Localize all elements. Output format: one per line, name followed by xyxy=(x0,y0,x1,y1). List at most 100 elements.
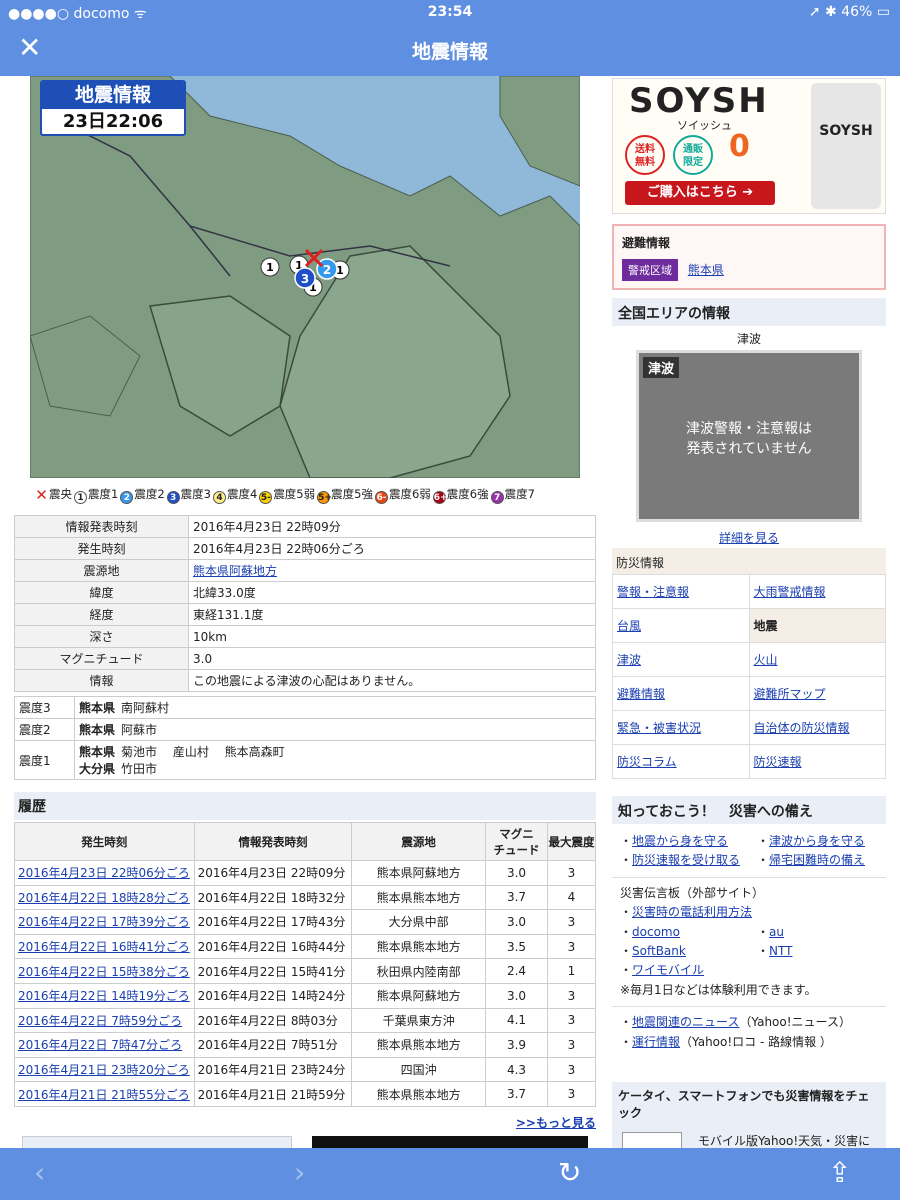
ad-subtitle: ソイッシュ xyxy=(677,119,732,132)
info-key: 情報 xyxy=(14,669,189,692)
history-cell: 四国沖 xyxy=(351,1056,487,1083)
intensity-icon: 1 xyxy=(74,491,87,504)
disaster-info-cell[interactable]: 自治体の防災情報 xyxy=(748,710,887,745)
disaster-info-row: 緊急・被害状況 自治体の防災情報 xyxy=(612,710,887,745)
history-time-link[interactable]: 2016年4月22日 15時38分ごろ xyxy=(18,965,190,979)
history-cell: 3 xyxy=(546,1056,597,1083)
prep-link[interactable]: 帰宅困難時の備え xyxy=(769,853,865,867)
disaster-info-link[interactable]: 津波 xyxy=(617,653,641,667)
disaster-info-cell[interactable]: 津波 xyxy=(612,642,750,677)
history-row[interactable]: 2016年4月22日 17時39分ごろ 2016年4月22日 17時43分 大分県中… xyxy=(14,909,597,935)
disaster-info-heading: 防災情報 xyxy=(612,548,886,574)
info-value-text: この地震による津波の心配はありません。 xyxy=(193,674,421,688)
news-link[interactable]: 運行情報 xyxy=(632,1035,680,1049)
detail-link[interactable]: 詳細を見る xyxy=(612,529,886,546)
disaster-info-link[interactable]: 警報・注意報 xyxy=(617,585,689,599)
disaster-info-link[interactable]: 台風 xyxy=(617,619,641,633)
legend-label: 震度4 xyxy=(226,487,258,501)
disaster-info-cell[interactable]: 台風 xyxy=(612,608,750,643)
history-row[interactable]: 2016年4月22日 14時19分ごろ 2016年4月22日 14時24分 熊本県阿… xyxy=(14,982,597,1009)
history-table: 発生時刻 情報発表時刻 震源地 マグニ チュード 最大震度 2016年4月23日 22時0… xyxy=(14,822,597,1107)
disaster-info-link[interactable]: 火山 xyxy=(754,653,778,667)
legend-item: 3 震度3 xyxy=(166,487,212,504)
prep-link[interactable]: SoftBank xyxy=(632,944,686,958)
history-row[interactable]: 2016年4月22日 7時59分ごろ 2016年4月22日 8時03分 千葉県東方沖… xyxy=(14,1007,597,1034)
history-cell: 2016年4月22日 15時38分ごろ xyxy=(14,958,195,984)
disaster-info-cell[interactable]: 緊急・被害状況 xyxy=(612,710,750,745)
prep-link[interactable]: 津波から身を守る xyxy=(769,834,865,848)
history-cell: 4 xyxy=(546,884,597,911)
history-row[interactable]: 2016年4月23日 22時06分ごろ 2016年4月23日 22時09分 熊本県阿… xyxy=(14,860,597,886)
disaster-info-cell[interactable]: 大雨警戒情報 xyxy=(748,574,887,609)
back-icon[interactable]: ‹ xyxy=(34,1158,45,1188)
info-value-link[interactable]: 熊本県阿蘇地方 xyxy=(193,564,277,578)
disaster-info-link[interactable]: 大雨警戒情報 xyxy=(754,585,826,599)
history-time-link[interactable]: 2016年4月22日 14時19分ごろ xyxy=(18,989,190,1003)
prep-link[interactable]: ワイモバイル xyxy=(632,963,704,977)
intensity-row: 震度3 熊本県 南阿蘇村 xyxy=(14,696,596,719)
history-time-link[interactable]: 2016年4月22日 16時41分ごろ xyxy=(18,940,190,954)
history-row[interactable]: 2016年4月21日 21時55分ごろ 2016年4月21日 21時59分 熊本県熊… xyxy=(14,1081,597,1107)
history-time-link[interactable]: 2016年4月23日 22時06分ごろ xyxy=(18,866,190,880)
history-row[interactable]: 2016年4月22日 7時47分ごろ 2016年4月22日 7時51分 熊本県熊本地… xyxy=(14,1032,597,1058)
news-link[interactable]: 地震関連のニュース xyxy=(632,1015,739,1029)
intensity-area: 熊本県 南阿蘇村 xyxy=(79,699,591,716)
history-cell: 3 xyxy=(546,1081,597,1107)
soysh-ad[interactable]: SOYSH ソイッシュ 送料 無料 通販 限定 0 ご購入はこちら ➔ SOYS… xyxy=(612,78,886,214)
disaster-info-link[interactable]: 避難所マップ xyxy=(754,687,826,701)
info-value: 熊本県阿蘇地方 xyxy=(188,559,596,582)
history-time-link[interactable]: 2016年4月22日 18時28分ごろ xyxy=(18,891,190,905)
disaster-info-cell[interactable]: 避難情報 xyxy=(612,676,750,711)
evacuation-pref-link[interactable]: 熊本県 xyxy=(688,263,724,277)
legend-label: 震度2 xyxy=(134,487,165,501)
disaster-info-cell[interactable]: 避難所マップ xyxy=(748,676,887,711)
disaster-info-cell[interactable]: 防災コラム xyxy=(612,744,750,779)
history-heading: 履歴 xyxy=(14,792,596,820)
area-heading: 全国エリアの情報 xyxy=(612,298,886,326)
ad-buy-button[interactable]: ご購入はこちら ➔ xyxy=(625,181,775,205)
prep-link[interactable]: au xyxy=(769,925,784,939)
reload-icon[interactable]: ↻ xyxy=(558,1158,581,1188)
board-link[interactable]: 災害時の電話利用方法 xyxy=(632,905,752,919)
mobile-promo[interactable]: ケータイ、スマートフォンでも災害情報をチェック モバイル版Yahoo!天気・災害… xyxy=(612,1082,886,1152)
history-row[interactable]: 2016年4月22日 16時41分ごろ 2016年4月22日 16時44分 熊本県熊… xyxy=(14,933,597,960)
history-row[interactable]: 2016年4月22日 18時28分ごろ 2016年4月22日 18時32分 熊本県熊… xyxy=(14,884,597,911)
disaster-info-link[interactable]: 緊急・被害状況 xyxy=(617,721,701,735)
info-key: 深さ xyxy=(14,625,189,648)
history-time-link[interactable]: 2016年4月22日 7時59分ごろ xyxy=(18,1014,182,1028)
disaster-info-link[interactable]: 避難情報 xyxy=(617,687,665,701)
disaster-info-link[interactable]: 防災コラム xyxy=(617,755,677,769)
disaster-info-cell[interactable]: 地震 xyxy=(748,608,887,643)
history-row[interactable]: 2016年4月21日 23時20分ごろ 2016年4月21日 23時24分 四国沖 4… xyxy=(14,1056,597,1083)
history-time-link[interactable]: 2016年4月21日 21時55分ごろ xyxy=(18,1088,190,1102)
disaster-info-cell[interactable]: 防災速報 xyxy=(748,744,887,779)
history-time-link[interactable]: 2016年4月22日 17時39分ごろ xyxy=(18,915,190,929)
link-cell: ・津波から身を守る xyxy=(757,834,866,848)
history-cell: 2016年4月22日 15時41分 xyxy=(193,958,353,984)
prep-link[interactable]: NTT xyxy=(769,944,792,958)
more-link[interactable]: >>もっと見る xyxy=(516,1114,596,1131)
prep-link[interactable]: docomo xyxy=(632,925,680,939)
history-cell: 3 xyxy=(546,860,597,886)
disaster-info-link[interactable]: 自治体の防災情報 xyxy=(754,721,850,735)
disaster-info-cell[interactable]: 火山 xyxy=(748,642,887,677)
forward-icon[interactable]: › xyxy=(294,1158,305,1188)
history-time-link[interactable]: 2016年4月22日 7時47分ごろ xyxy=(18,1038,182,1052)
history-cell: 熊本県阿蘇地方 xyxy=(351,860,487,886)
board-link-row: ・災害時の電話利用方法 xyxy=(620,905,753,920)
preparedness-heading: 知っておこう！ 災害への備え xyxy=(612,796,886,824)
history-header: マグニ チュード xyxy=(485,822,548,861)
history-row[interactable]: 2016年4月22日 15時38分ごろ 2016年4月22日 15時41分 秋田県内… xyxy=(14,958,597,984)
tsunami-map[interactable]: 津波 津波警報・注意報は 発表されていません xyxy=(636,350,862,522)
disaster-info-cell[interactable]: 警報・注意報 xyxy=(612,574,750,609)
intensity-icon: 4 xyxy=(212,491,226,504)
intensity-icon: 2 xyxy=(120,491,134,504)
disaster-info-link[interactable]: 防災速報 xyxy=(754,755,802,769)
history-time-link[interactable]: 2016年4月21日 23時20分ごろ xyxy=(18,1063,190,1077)
prep-link[interactable]: 防災速報を受け取る xyxy=(632,853,740,867)
earthquake-map: 1 1 1 1 2 3 地震情報 23日22:06 xyxy=(30,76,580,478)
history-cell: 熊本県阿蘇地方 xyxy=(351,982,487,1009)
prep-link[interactable]: 地震から身を守る xyxy=(632,834,728,848)
history-cell: 4.3 xyxy=(485,1056,548,1083)
share-icon[interactable]: ⇪ xyxy=(828,1158,851,1188)
